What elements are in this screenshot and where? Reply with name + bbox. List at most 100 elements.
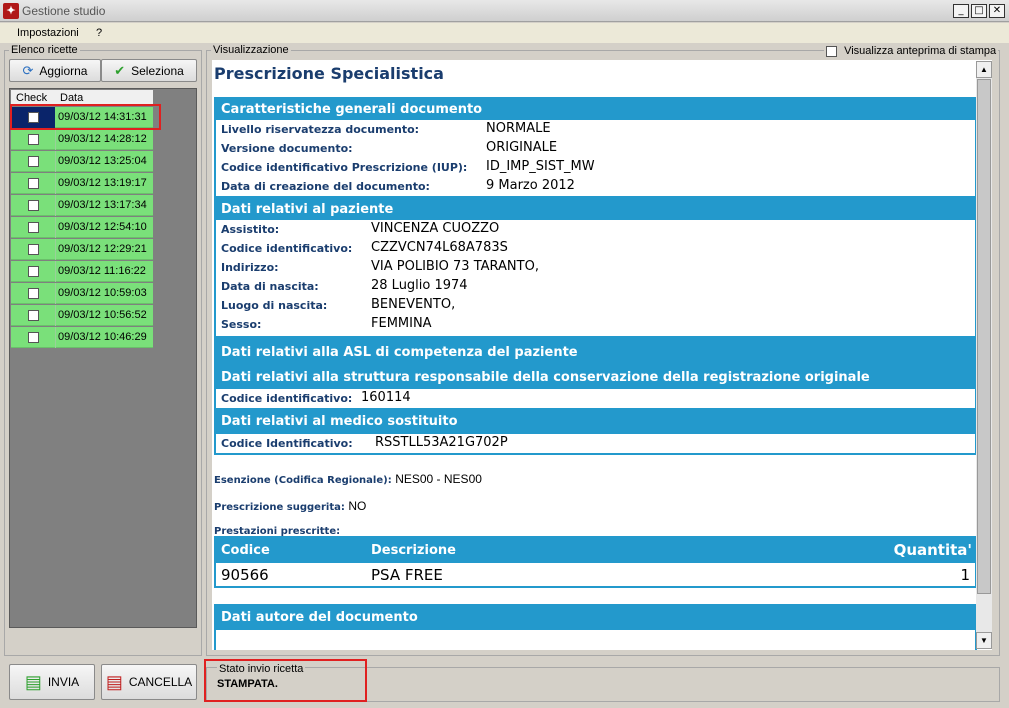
section-asl: Dati relativi alla ASL di competenza del… (214, 337, 977, 410)
section-heading: Dati relativi alla struttura responsabil… (216, 365, 975, 389)
prestazioni-table: Codice Descrizione Quantita' 90566 PSA F… (214, 536, 977, 588)
preview-checkbox-box[interactable] (826, 45, 837, 57)
field-label: Assistito: (221, 223, 280, 236)
close-button[interactable]: ✕ (989, 4, 1005, 18)
menu-help[interactable]: ? (96, 27, 102, 39)
list-item[interactable]: 09/03/12 12:29:21 (11, 239, 153, 260)
refresh-icon: ⟳ (22, 63, 34, 78)
list-item[interactable]: 09/03/12 10:46:29 (11, 327, 153, 348)
field-value: BENEVENTO, (371, 297, 456, 312)
app-icon: ✦ (3, 3, 19, 19)
minimize-button[interactable]: _ (953, 4, 969, 18)
field-value: VIA POLIBIO 73 TARANTO, (371, 259, 539, 274)
row-checkbox[interactable] (28, 288, 39, 299)
suggerita-label: Prescrizione suggerita: (214, 502, 345, 513)
section-heading: Dati autore del documento (216, 606, 975, 630)
field-label: Codice Identificativo: (221, 437, 353, 450)
cell-codice: 90566 (221, 566, 269, 584)
section-patient: Dati relativi al paziente Assistito: VINC… (214, 197, 977, 338)
recipes-group-title: Elenco ricette (9, 43, 80, 57)
maximize-button[interactable]: □ (971, 4, 987, 18)
field-value: NORMALE (486, 121, 551, 136)
cancella-label: CANCELLA (128, 675, 193, 689)
scroll-thumb[interactable] (977, 79, 991, 594)
list-item[interactable]: 09/03/12 14:28:12 (11, 129, 153, 150)
table-header: Codice Descrizione Quantita' (216, 538, 975, 563)
row-date: 09/03/12 12:29:21 (58, 243, 147, 255)
scroll-down-icon[interactable]: ▼ (976, 632, 992, 649)
invia-label: INVIA (47, 675, 80, 689)
section-general: Caratteristiche generali documento Livel… (214, 97, 977, 198)
delete-document-icon: ▤ (105, 671, 123, 692)
row-checkbox[interactable] (28, 310, 39, 321)
document-title: Prescrizione Specialistica (214, 64, 444, 83)
recipes-list[interactable]: Check Data 09/03/12 14:31:31 09/03/12 14… (9, 88, 197, 628)
row-date: 09/03/12 13:17:34 (58, 199, 147, 211)
list-item[interactable]: 09/03/12 11:16:22 (11, 261, 153, 282)
row-date: 09/03/12 13:25:04 (58, 155, 147, 167)
list-item[interactable]: 09/03/12 13:25:04 (11, 151, 153, 172)
invia-button[interactable]: ▤ INVIA (9, 664, 95, 700)
field-label: Livello riservatezza documento: (221, 123, 420, 136)
preview-checkbox[interactable]: Visualizza anteprima di stampa (824, 45, 999, 57)
field-label: Indirizzo: (221, 261, 279, 274)
selected-row-highlight (10, 104, 161, 130)
row-checkbox[interactable] (28, 332, 39, 343)
status-highlight (204, 659, 367, 702)
row-checkbox[interactable] (28, 156, 39, 167)
cell-quantita: 1 (960, 566, 970, 584)
suggerita-value: NO (348, 499, 367, 513)
field-value: 160114 (361, 390, 411, 405)
row-checkbox[interactable] (28, 222, 39, 233)
column-codice: Codice (221, 543, 270, 558)
row-checkbox[interactable] (28, 200, 39, 211)
row-date: 09/03/12 13:19:17 (58, 177, 147, 189)
list-item[interactable]: 09/03/12 13:17:34 (11, 195, 153, 216)
column-check[interactable]: Check (16, 92, 47, 104)
scroll-up-icon[interactable]: ▲ (976, 61, 992, 78)
menu-bar: Impostazioni ? (0, 23, 1009, 43)
list-item[interactable]: 09/03/12 10:59:03 (11, 283, 153, 304)
list-item[interactable]: 09/03/12 10:56:52 (11, 305, 153, 326)
column-descrizione: Descrizione (371, 543, 456, 558)
row-date: 09/03/12 10:59:03 (58, 287, 147, 299)
field-label: Codice identificativo Prescrizione (IUP)… (221, 161, 468, 174)
document-view[interactable]: Prescrizione Specialistica Caratteristic… (212, 60, 992, 650)
row-checkbox[interactable] (28, 134, 39, 145)
section-heading: Dati relativi alla ASL di competenza del… (216, 339, 975, 365)
field-label: Codice identificativo: (221, 242, 353, 255)
field-value: 28 Luglio 1974 (371, 278, 468, 293)
title-bar: ✦ Gestione studio _ □ ✕ (0, 0, 1009, 22)
document-scrollbar[interactable]: ▲ ▼ (976, 61, 992, 649)
row-checkbox[interactable] (28, 178, 39, 189)
viewer-group-title: Visualizzazione (211, 43, 291, 57)
row-date: 09/03/12 11:16:22 (58, 265, 146, 277)
field-value: FEMMINA (371, 316, 432, 331)
column-quantita: Quantita' (893, 541, 972, 559)
preview-label: Visualizza anteprima di stampa (844, 45, 997, 57)
field-value: CZZVCN74L68A783S (371, 240, 508, 255)
aggiorna-label: Aggiorna (39, 63, 88, 78)
esenzione-label: Esenzione (Codifica Regionale): (214, 475, 392, 486)
seleziona-button[interactable]: ✔ Seleziona (101, 59, 197, 82)
cancella-button[interactable]: ▤ CANCELLA (101, 664, 197, 700)
column-data[interactable]: Data (60, 92, 83, 104)
row-checkbox[interactable] (28, 266, 39, 277)
row-checkbox[interactable] (28, 244, 39, 255)
menu-impostazioni[interactable]: Impostazioni (17, 27, 79, 39)
field-value: VINCENZA CUOZZO (371, 221, 500, 236)
row-date: 09/03/12 10:56:52 (58, 309, 147, 321)
field-label: Versione documento: (221, 142, 353, 155)
aggiorna-button[interactable]: ⟳ Aggiorna (9, 59, 101, 82)
field-value: RSSTLL53A21G702P (375, 435, 508, 450)
field-label: Sesso: (221, 318, 262, 331)
list-item[interactable]: 09/03/12 12:54:10 (11, 217, 153, 238)
section-heading: Caratteristiche generali documento (216, 99, 975, 120)
field-value: ID_IMP_SIST_MW (486, 159, 595, 174)
list-item[interactable]: 09/03/12 13:19:17 (11, 173, 153, 194)
field-label: Codice identificativo: (221, 392, 353, 405)
section-heading: Dati relativi al medico sostituito (216, 410, 975, 434)
field-value: ORIGINALE (486, 140, 558, 155)
suggerita-row: Prescrizione suggerita: NO (214, 499, 366, 513)
window-controls: _ □ ✕ (953, 4, 1005, 18)
